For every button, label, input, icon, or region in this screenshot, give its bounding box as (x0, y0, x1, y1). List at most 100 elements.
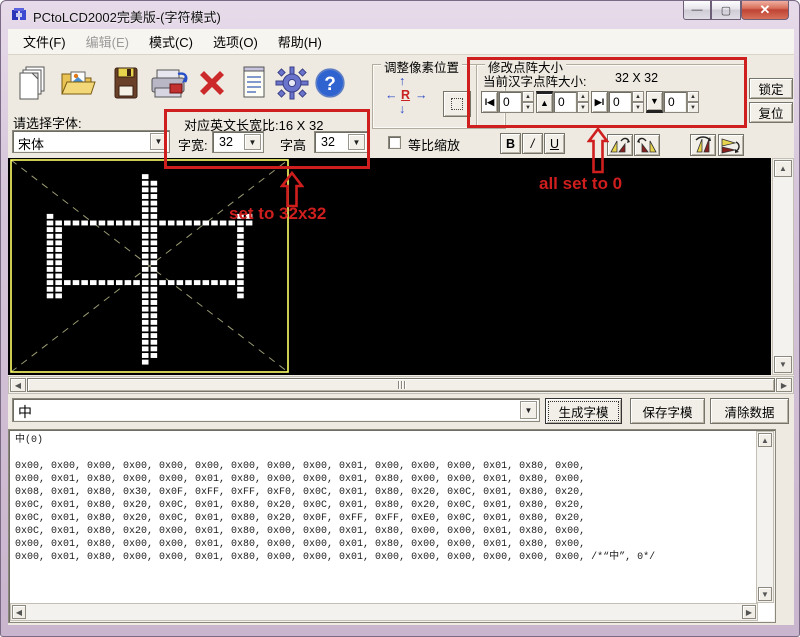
left-edge-value[interactable]: 0 (498, 91, 522, 113)
scroll-right-icon[interactable]: ▶ (742, 605, 756, 619)
char-height-combo[interactable]: 32 ▼ (314, 131, 368, 153)
char-width-arrow-icon[interactable]: ▼ (244, 134, 261, 150)
delete-icon[interactable] (192, 62, 232, 104)
flip-horizontal-button[interactable] (718, 134, 744, 156)
menu-edit[interactable]: 编辑(E) (77, 28, 138, 55)
rotate-left-button[interactable] (607, 134, 633, 156)
char-height-value: 32 (321, 135, 335, 149)
matrix-dot (142, 287, 149, 292)
matrix-dot (185, 221, 192, 226)
matrix-dot (142, 194, 149, 199)
matrix-dot (151, 267, 158, 272)
rotate-right-button[interactable] (634, 134, 660, 156)
notes-button[interactable] (234, 62, 274, 104)
save-button[interactable] (106, 62, 146, 104)
canvas-vscrollbar[interactable]: ▲ ▼ (772, 158, 794, 375)
move-right-icon[interactable]: → (415, 88, 428, 102)
export-print-button[interactable] (146, 62, 194, 104)
output-hscrollbar[interactable]: ◀ ▶ (10, 603, 758, 621)
matrix-dot (47, 254, 54, 259)
settings-gear-icon[interactable] (272, 62, 312, 104)
matrix-dot (47, 293, 54, 298)
lock-button[interactable]: 锁定 (749, 78, 793, 99)
generate-font-button[interactable]: 生成字模 (545, 398, 622, 424)
save-font-button[interactable]: 保存字模 (630, 398, 705, 424)
char-combo-arrow-icon[interactable]: ▼ (520, 401, 537, 419)
move-up-icon[interactable]: ↑ (399, 74, 405, 88)
top-edge-icon[interactable]: ▲ (536, 91, 553, 113)
matrix-dot (229, 280, 236, 285)
menu-help[interactable]: 帮助(H) (269, 28, 331, 55)
char-width-label: 字宽: (178, 135, 208, 154)
matrix-dot (133, 221, 140, 226)
scroll-left-icon[interactable]: ◀ (10, 378, 26, 392)
scroll-up-icon[interactable]: ▲ (758, 433, 772, 447)
center-glyph-button[interactable] (443, 91, 471, 117)
scroll-left-icon[interactable]: ◀ (12, 605, 26, 619)
menu-file[interactable]: 文件(F) (14, 28, 75, 55)
matrix-dot (55, 234, 62, 239)
font-combo[interactable]: 宋体 ▼ (12, 130, 170, 153)
matrix-dot (47, 280, 54, 285)
canvas-hscrollbar[interactable]: ◀ ▶ (8, 376, 794, 394)
move-left-icon[interactable]: ← (385, 88, 398, 102)
right-edge-value[interactable]: 0 (608, 91, 632, 113)
reset-button[interactable]: 复位 (749, 102, 793, 123)
matrix-dot (151, 320, 158, 325)
bold-button[interactable]: B (500, 133, 521, 154)
help-icon[interactable]: ? (310, 62, 350, 104)
bottom-edge-icon[interactable]: ▼ (646, 91, 663, 113)
scroll-right-icon[interactable]: ▶ (776, 378, 792, 392)
right-edge-icon[interactable]: ▶I (591, 91, 608, 113)
matrix-dot (142, 360, 149, 365)
matrix-dot (142, 320, 149, 325)
top-edge-spin[interactable]: ▲▼ (577, 91, 589, 113)
scroll-thumb[interactable] (27, 378, 775, 392)
matrix-dot (47, 234, 54, 239)
clear-data-button[interactable]: 清除数据 (710, 398, 789, 424)
client-area: 文件(F) 编辑(E) 模式(C) 选项(O) 帮助(H) (8, 29, 794, 625)
matrix-dot (116, 221, 123, 226)
scroll-down-icon[interactable]: ▼ (774, 356, 792, 373)
italic-button[interactable]: / (522, 133, 543, 154)
left-edge-spin[interactable]: ▲▼ (522, 91, 534, 113)
right-edge-spin[interactable]: ▲▼ (632, 91, 644, 113)
matrix-dot (151, 214, 158, 219)
move-down-icon[interactable]: ↓ (399, 102, 405, 116)
char-combo-value: 中 (18, 402, 32, 422)
char-combo[interactable]: 中 ▼ (12, 398, 540, 422)
spinner-top-edge: ▲ 0 ▲▼ (536, 91, 589, 113)
char-width-combo[interactable]: 32 ▼ (212, 131, 264, 153)
bottom-edge-value[interactable]: 0 (663, 91, 687, 113)
output-vscrollbar[interactable]: ▲ ▼ (756, 431, 774, 603)
matrix-dot (142, 174, 149, 179)
matrix-dot (185, 280, 192, 285)
matrix-dot (133, 280, 140, 285)
output-textarea[interactable]: 中(0) 0x00, 0x00, 0x00, 0x00, 0x00, 0x00,… (8, 429, 776, 623)
underline-button[interactable]: U (544, 133, 565, 154)
scroll-down-icon[interactable]: ▼ (758, 587, 772, 601)
scale-checkbox[interactable] (388, 136, 401, 149)
font-combo-arrow-icon[interactable]: ▼ (150, 133, 167, 150)
new-document-button[interactable] (14, 62, 54, 104)
left-edge-icon[interactable]: I◀ (481, 91, 498, 113)
matrix-dot (220, 280, 227, 285)
char-height-arrow-icon[interactable]: ▼ (348, 134, 365, 150)
matrix-dot (55, 247, 62, 252)
title-bar[interactable]: PCtoLCD2002完美版-(字符模式) — ▢ ✕ (1, 1, 799, 29)
bottom-edge-spin[interactable]: ▲▼ (687, 91, 699, 113)
menu-options[interactable]: 选项(O) (204, 28, 267, 55)
close-button[interactable]: ✕ (741, 1, 789, 20)
top-edge-value[interactable]: 0 (553, 91, 577, 113)
maximize-button[interactable]: ▢ (711, 1, 741, 20)
matrix-dot (151, 234, 158, 239)
open-file-button[interactable] (58, 62, 98, 104)
menu-mode[interactable]: 模式(C) (140, 28, 202, 55)
flip-vertical-button[interactable] (690, 134, 716, 156)
matrix-size-group: 修改点阵大小 当前汉字点阵大小: 32 X 32 I◀ 0 ▲▼ ▲ 0 ▲▼ … (476, 64, 746, 127)
minimize-button[interactable]: — (683, 1, 711, 20)
scroll-up-icon[interactable]: ▲ (774, 160, 792, 177)
rotate-r-icon[interactable]: R (401, 88, 410, 102)
dot-matrix-canvas[interactable] (8, 158, 771, 375)
matrix-dot (151, 313, 158, 318)
